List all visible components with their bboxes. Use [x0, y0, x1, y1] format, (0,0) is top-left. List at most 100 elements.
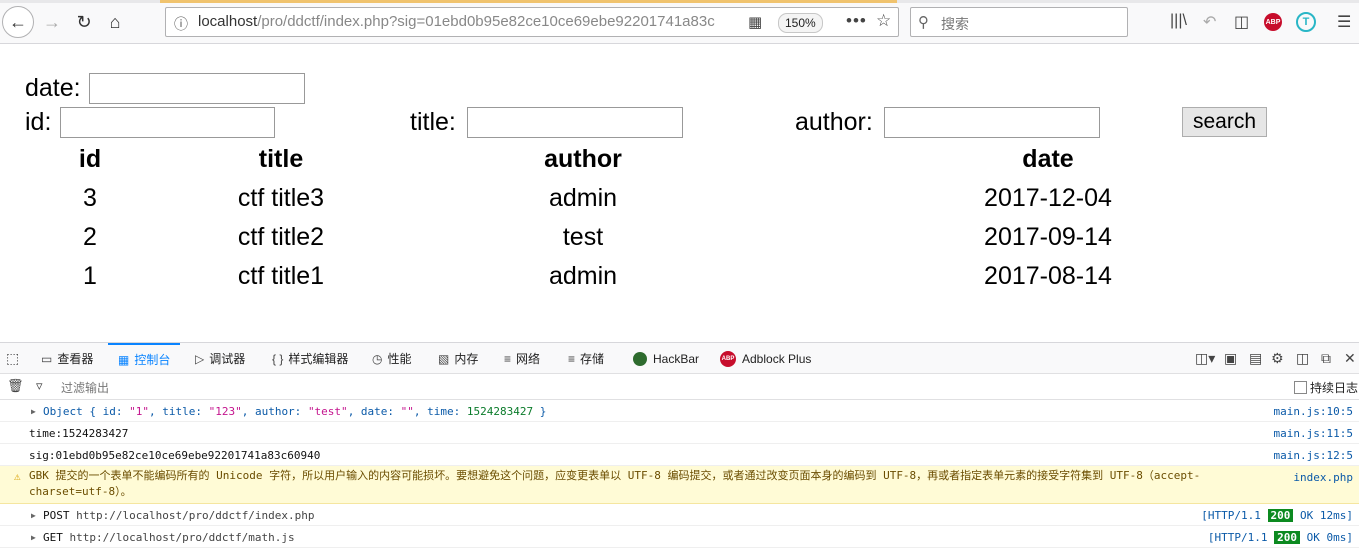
adblock-extension-icon[interactable]: ABP: [1264, 13, 1282, 31]
sidebar-icon[interactable]: ◫: [1234, 12, 1249, 32]
id-label: id:: [25, 108, 52, 136]
expand-triangle-icon[interactable]: ▶: [31, 407, 36, 416]
tab-adblock-plus-label: Adblock Plus: [742, 351, 812, 366]
tab-debugger[interactable]: ▷ 调试器: [195, 343, 245, 374]
tab-console[interactable]: ▦ 控制台: [108, 343, 181, 374]
row-2-author: test: [562, 223, 604, 251]
settings-gear-icon[interactable]: ⚙: [1271, 350, 1284, 367]
forward-button[interactable]: →: [38, 8, 66, 36]
undock-icon[interactable]: ⧉: [1321, 350, 1331, 367]
row-2-id: 2: [83, 223, 97, 251]
back-button[interactable]: ←: [2, 6, 34, 38]
qr-code-icon[interactable]: ▦: [748, 13, 762, 31]
tab-memory[interactable]: ▧ 内存: [438, 343, 478, 374]
console-row-request[interactable]: ▶ GET http://localhost/pro/ddctf/math.js…: [0, 526, 1359, 548]
element-picker-icon[interactable]: ⬚: [6, 350, 19, 367]
back-arrow-icon: ←: [9, 11, 27, 32]
source-link[interactable]: main.js:12:5: [1274, 449, 1353, 462]
search-bar[interactable]: ⚲ 搜索: [910, 7, 1128, 37]
title-label: title:: [410, 108, 456, 136]
header-id: id: [78, 145, 102, 173]
persist-logs-checkbox[interactable]: [1294, 381, 1307, 394]
console-row-sig: sig:01ebd0b95e82ce10ce69ebe92201741a83c6…: [0, 444, 1359, 466]
tab-performance-label: 性能: [387, 352, 412, 366]
undo-icon[interactable]: ↶: [1203, 12, 1216, 32]
dock-layout-icon[interactable]: ◫▾: [1195, 350, 1215, 367]
adblock-icon: ABP: [720, 350, 736, 367]
header-author: author: [544, 145, 622, 173]
id-input[interactable]: [60, 107, 275, 138]
console-row-warning: ⚠ GBK 提交的一个表单不能编码所有的 Unicode 字符，所以用户输入的内…: [0, 466, 1359, 504]
filter-funnel-icon[interactable]: ▿: [36, 378, 43, 394]
sig-log-text: sig:01ebd0b95e82ce10ce69ebe92201741a83c6…: [29, 449, 321, 462]
home-button[interactable]: ⌂: [101, 8, 129, 36]
inspector-icon: ▭: [41, 351, 53, 366]
tab-adblock-plus[interactable]: ABP Adblock Plus: [720, 343, 811, 374]
library-icon[interactable]: |||\: [1170, 12, 1187, 30]
page-actions-icon[interactable]: •••: [846, 11, 867, 31]
tab-style-editor-label: 样式编辑器: [288, 352, 349, 366]
tab-inspector[interactable]: ▭ 查看器: [41, 343, 93, 374]
clear-console-trash-icon[interactable]: 🗑: [7, 378, 24, 394]
memory-icon: ▧: [438, 351, 450, 366]
console-icon: ▦: [118, 352, 130, 367]
request-method-and-url: POST http://localhost/pro/ddctf/index.ph…: [43, 509, 315, 522]
source-link[interactable]: main.js:10:5: [1274, 405, 1353, 418]
expand-triangle-icon[interactable]: ▶: [31, 511, 36, 520]
search-button[interactable]: search: [1182, 107, 1267, 137]
row-1-id: 3: [83, 184, 97, 212]
network-icon: ≡: [504, 351, 512, 366]
url-host: localhost: [198, 13, 258, 30]
console-filter-bar: 🗑 ▿ 过滤输出 持续日志: [0, 374, 1359, 400]
style-editor-icon: { }: [272, 351, 284, 366]
date-input[interactable]: [89, 73, 305, 104]
close-devtools-icon[interactable]: ✕: [1344, 350, 1356, 367]
forward-arrow-icon: →: [43, 11, 61, 32]
header-date: date: [1022, 145, 1074, 173]
tab-inspector-label: 查看器: [57, 352, 94, 366]
url-text[interactable]: localhost/pro/ddctf/index.php?sig=01ebd0…: [198, 13, 718, 30]
filter-output-input[interactable]: 过滤输出: [61, 379, 109, 396]
frame-select-icon[interactable]: ▣: [1224, 350, 1237, 367]
site-info-icon[interactable]: ⓘ: [174, 14, 188, 34]
responsive-mode-icon[interactable]: ▤: [1249, 350, 1262, 367]
reload-button[interactable]: ↻: [70, 8, 98, 36]
tab-performance[interactable]: ◷ 性能: [372, 343, 412, 374]
console-row-request[interactable]: ▶ POST http://localhost/pro/ddctf/index.…: [0, 504, 1359, 526]
tab-network[interactable]: ≡ 网络: [504, 343, 540, 374]
reload-icon: ↻: [76, 11, 92, 32]
row-3-id: 1: [83, 262, 97, 290]
object-log-text: Object { id: "1", title: "123", author: …: [43, 405, 547, 418]
tab-hackbar-label: HackBar: [653, 351, 700, 366]
zoom-level-badge[interactable]: 150%: [778, 13, 823, 33]
devtools-toolbar: ⬚ ▭ 查看器 ▦ 控制台 ▷ 调试器 { } 样式编辑器 ◷ 性能 ▧ 内存 ≡ 网络 ≡ 存…: [0, 342, 1359, 374]
translate-extension-icon[interactable]: T: [1296, 12, 1316, 32]
author-input[interactable]: [884, 107, 1100, 138]
request-method-and-url: GET http://localhost/pro/ddctf/math.js: [43, 531, 295, 544]
tab-hackbar[interactable]: HackBar: [633, 343, 699, 374]
tab-style-editor[interactable]: { } 样式编辑器: [272, 343, 348, 374]
url-bar[interactable]: ⓘ localhost/pro/ddctf/index.php?sig=01eb…: [165, 7, 899, 37]
console-row-object[interactable]: ▶ Object { id: "1", title: "123", author…: [0, 400, 1359, 422]
tab-storage-label: 存储: [580, 352, 605, 366]
tab-debugger-label: 调试器: [209, 352, 246, 366]
tab-storage[interactable]: ≡ 存储: [568, 343, 604, 374]
bookmark-star-icon[interactable]: ☆: [876, 11, 891, 31]
active-tab-indicator: [160, 0, 897, 3]
persist-logs-toggle[interactable]: 持续日志: [1294, 379, 1358, 396]
warning-text: GBK 提交的一个表单不能编码所有的 Unicode 字符，所以用户输入的内容可…: [29, 469, 1201, 498]
request-status: [HTTP/1.1 200 OK 12ms]: [1201, 509, 1353, 522]
console-row-time: time:1524283427 main.js:11:5: [0, 422, 1359, 444]
row-1-date: 2017-12-04: [984, 184, 1112, 212]
row-3-title: ctf title1: [237, 262, 325, 290]
menu-icon[interactable]: ☰: [1337, 12, 1351, 32]
row-3-date: 2017-08-14: [984, 262, 1112, 290]
persist-logs-label: 持续日志: [1310, 381, 1359, 395]
row-2-date: 2017-09-14: [984, 223, 1112, 251]
expand-triangle-icon[interactable]: ▶: [31, 533, 36, 542]
split-console-icon[interactable]: ◫: [1296, 350, 1309, 367]
source-link[interactable]: index.php: [1293, 471, 1353, 484]
title-input[interactable]: [467, 107, 683, 138]
source-link[interactable]: main.js:11:5: [1274, 427, 1353, 440]
debugger-icon: ▷: [195, 351, 205, 366]
